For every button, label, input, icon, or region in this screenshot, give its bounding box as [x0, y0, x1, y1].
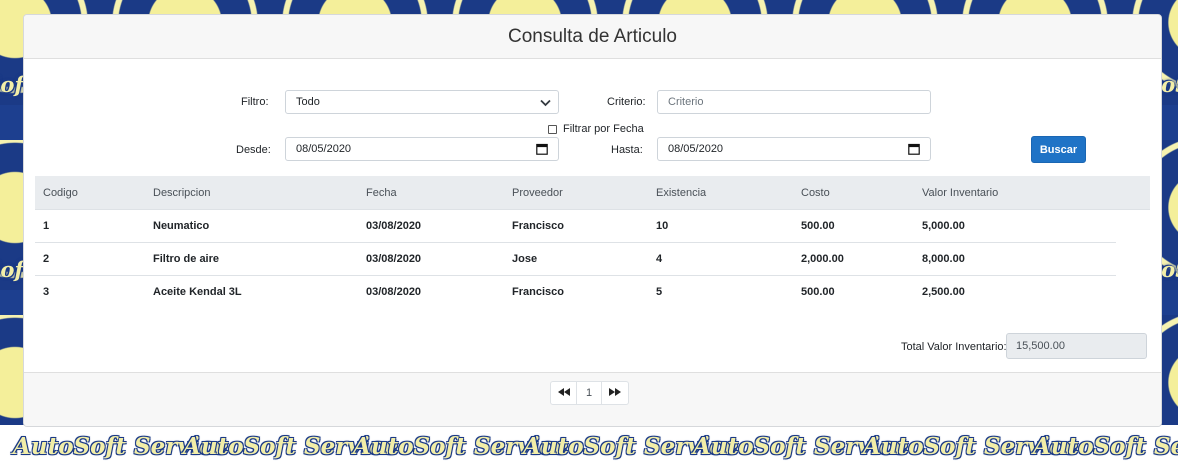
cell-codigo: 2: [43, 252, 50, 265]
desde-value: 08/05/2020: [296, 143, 352, 155]
total-valor-inventario-field: 15,500.00: [1006, 333, 1147, 359]
desde-date-input[interactable]: 08/05/2020: [285, 137, 559, 161]
cell-proveedor: Jose: [512, 252, 538, 265]
cell-valor-inventario: 8,000.00: [922, 252, 965, 265]
table-row[interactable]: 3 Aceite Kendal 3L 03/08/2020 Francisco …: [35, 275, 1116, 308]
column-header-valor-inventario[interactable]: Valor Inventario: [922, 187, 998, 199]
column-header-proveedor[interactable]: Proveedor: [512, 187, 563, 199]
cell-proveedor: Francisco: [512, 285, 564, 298]
hasta-date-input[interactable]: 08/05/2020: [657, 137, 931, 161]
cell-costo: 500.00: [801, 285, 835, 298]
filtrar-fecha-checkbox[interactable]: [548, 124, 557, 134]
fast-forward-icon: [609, 387, 621, 399]
cell-codigo: 3: [43, 285, 50, 298]
cell-costo: 2,000.00: [801, 252, 844, 265]
table-header: Codigo Descripcion Fecha Proveedor Exist…: [35, 176, 1150, 210]
consulta-card: Consulta de Articulo Filtro: Todo Criter…: [23, 14, 1162, 427]
column-header-existencia[interactable]: Existencia: [656, 187, 706, 199]
cell-existencia: 4: [656, 252, 663, 265]
filtro-select-value: Todo: [296, 96, 320, 108]
cell-proveedor: Francisco: [512, 219, 564, 232]
criterio-label: Criterio:: [607, 96, 646, 108]
last-page-button[interactable]: [602, 381, 629, 405]
hasta-value: 08/05/2020: [668, 143, 724, 155]
cell-fecha: 03/08/2020: [366, 252, 422, 265]
filtro-label: Filtro:: [241, 96, 269, 108]
calendar-icon[interactable]: [536, 143, 548, 158]
cell-fecha: 03/08/2020: [366, 219, 422, 232]
filtrar-fecha-checkbox-wrap[interactable]: Filtrar por Fecha: [548, 123, 644, 135]
table-row[interactable]: 2 Filtro de aire 03/08/2020 Jose 4 2,000…: [35, 242, 1116, 276]
column-header-codigo[interactable]: Codigo: [43, 187, 78, 199]
filtro-select[interactable]: Todo: [285, 90, 559, 114]
cell-descripcion: Aceite Kendal 3L: [153, 285, 242, 298]
pagination: 1: [550, 381, 629, 405]
cell-existencia: 5: [656, 285, 663, 298]
card-header: Consulta de Articulo: [24, 15, 1161, 59]
chevron-down-icon: [539, 96, 552, 112]
criterio-input[interactable]: Criterio: [657, 90, 931, 114]
card-footer: 1: [24, 372, 1161, 426]
calendar-icon[interactable]: [908, 143, 920, 158]
page-number-button[interactable]: 1: [577, 381, 602, 405]
column-header-fecha[interactable]: Fecha: [366, 187, 397, 199]
column-header-descripcion[interactable]: Descripcion: [153, 187, 210, 199]
table-row[interactable]: 1 Neumatico 03/08/2020 Francisco 10 500.…: [35, 209, 1116, 243]
cell-valor-inventario: 5,000.00: [922, 219, 965, 232]
filtrar-fecha-label: Filtrar por Fecha: [563, 123, 644, 135]
cell-descripcion: Filtro de aire: [153, 252, 220, 265]
background-watermark-strip: AutoSoft Service AutoSoft Service AutoSoft…: [0, 425, 1178, 469]
watermark-text: AutoSoft Service: [1033, 433, 1178, 460]
page-title: Consulta de Articulo: [508, 25, 677, 47]
total-valor-inventario-label: Total Valor Inventario:: [901, 341, 1007, 353]
hasta-label: Hasta:: [611, 144, 643, 156]
buscar-button[interactable]: Buscar: [1031, 136, 1086, 163]
desde-label: Desde:: [236, 144, 271, 156]
cell-existencia: 10: [656, 219, 669, 232]
cell-costo: 500.00: [801, 219, 835, 232]
cell-descripcion: Neumatico: [153, 219, 210, 232]
cell-codigo: 1: [43, 219, 50, 232]
rewind-icon: [557, 387, 570, 399]
column-header-costo[interactable]: Costo: [801, 187, 830, 199]
first-page-button[interactable]: [550, 381, 577, 405]
cell-fecha: 03/08/2020: [366, 285, 422, 298]
criterio-placeholder: Criterio: [668, 96, 704, 108]
cell-valor-inventario: 2,500.00: [922, 285, 965, 298]
